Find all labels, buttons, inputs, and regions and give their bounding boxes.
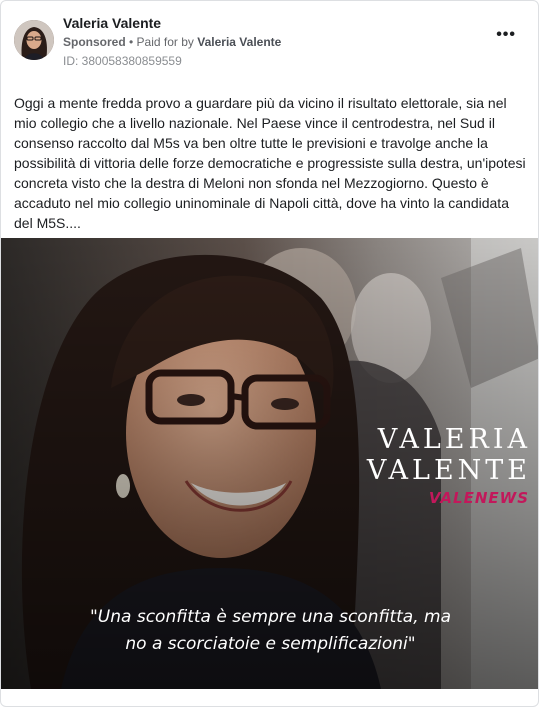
post-header: Valeria Valente Sponsored • Paid for by … [1,1,538,81]
brand-line-1: VALERIA [377,424,531,455]
post-text: Oggi a mente fredda provo a guardare più… [14,95,526,231]
sponsored-line: Sponsored • Paid for by Valeria Valente [63,35,281,49]
avatar[interactable] [14,20,54,60]
quote-line-2: no a scorciatoie e semplificazioni" [125,634,416,654]
avatar-portrait-icon [14,20,54,60]
payer-name[interactable]: Valeria Valente [197,35,281,49]
brand-line-2: VALENTE [366,455,531,486]
ad-quote: "Una sconfitta è sempre una sconfitta, m… [1,604,538,658]
quote-line-1: "Una sconfitta è sempre una sconfitta, m… [89,607,452,627]
more-horizontal-icon[interactable]: ••• [496,27,516,43]
brand-subtitle: VALENEWS [428,489,529,507]
brand-name: VALERIA VALENTE [367,424,531,486]
ad-post-card: Valeria Valente Sponsored • Paid for by … [0,0,539,707]
ad-image[interactable]: VALERIA VALENTE VALENEWS "Una sconfitta … [1,238,538,689]
sponsored-label: Sponsored [63,35,126,49]
paid-for-prefix: • Paid for by [129,35,194,49]
ad-id: ID: 380058380859559 [63,54,182,68]
page-name[interactable]: Valeria Valente [63,15,161,31]
